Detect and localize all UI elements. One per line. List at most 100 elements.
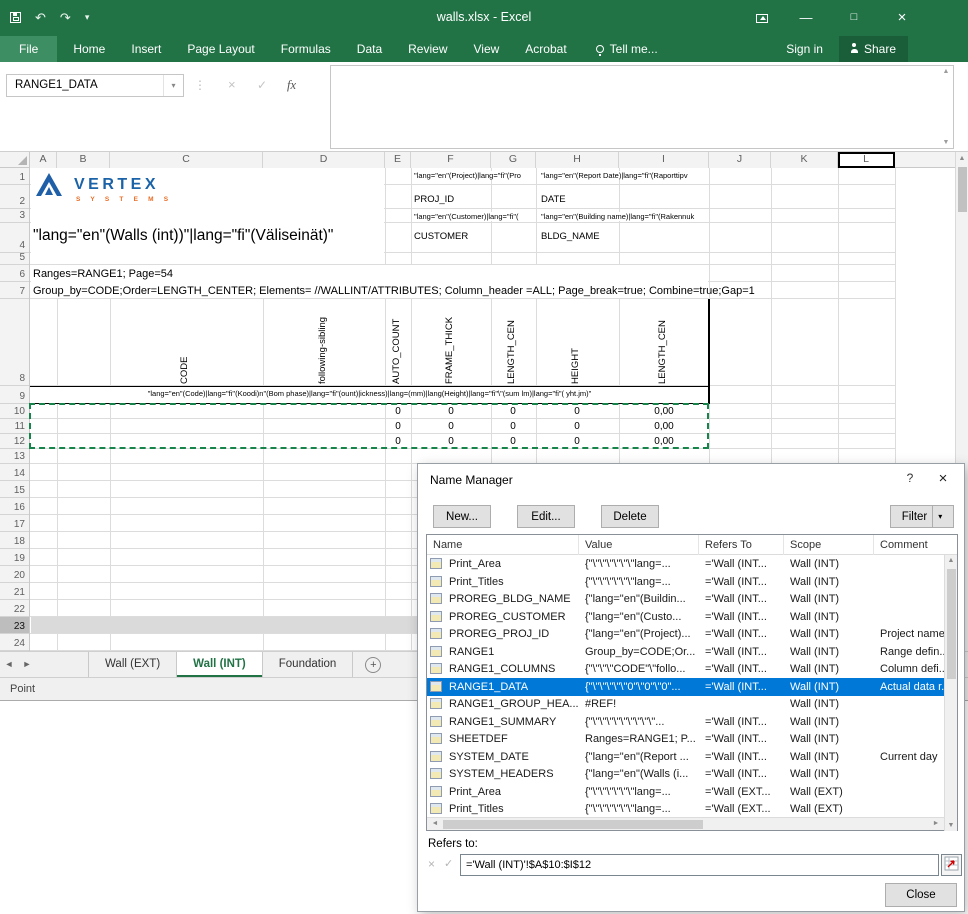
cell-date[interactable]: DATE bbox=[540, 194, 567, 205]
range-picker-button[interactable] bbox=[941, 854, 962, 876]
column-header-c[interactable]: C bbox=[110, 152, 263, 168]
sheet-nav-right-icon[interactable]: ► bbox=[18, 652, 36, 677]
name-manager-row[interactable]: PROREG_CUSTOMER {"lang="en"(Custo... ='Wal… bbox=[427, 608, 944, 626]
name-box-caret-icon[interactable]: ▾ bbox=[163, 75, 183, 96]
vertical-header-cell[interactable]: following-sibling bbox=[318, 301, 328, 384]
cell-proj-id[interactable]: PROJ_ID bbox=[413, 194, 456, 205]
maximize-button[interactable]: □ bbox=[836, 0, 872, 35]
ribbon-tab-file[interactable]: File bbox=[0, 35, 58, 62]
ribbon-tab-acrobat[interactable]: Acrobat bbox=[512, 36, 579, 62]
column-header-l[interactable]: L bbox=[838, 152, 895, 168]
column-header-b[interactable]: B bbox=[57, 152, 110, 168]
name-manager-row[interactable]: RANGE1_DATA {"\"\"\"\"\"0"\"0"\"0"... ='Wa… bbox=[427, 677, 944, 696]
name-manager-row[interactable]: Print_Titles {"\"\"\"\"\"\"lang=... ='Wall… bbox=[427, 800, 944, 818]
sheet-tab-foundation[interactable]: Foundation bbox=[262, 652, 354, 677]
formula-enter-icon[interactable]: ✓ bbox=[257, 78, 267, 92]
tell-me-box[interactable]: Tell me... bbox=[595, 42, 658, 56]
dialog-help-button[interactable]: ? bbox=[900, 471, 920, 485]
formula-bar-scroll-up-icon[interactable]: ▲ bbox=[940, 68, 952, 75]
name-manager-row[interactable]: SHEETDEF Ranges=RANGE1; P... ='Wall (INT..… bbox=[427, 730, 944, 748]
formula-bar-scroll-down-icon[interactable]: ▼ bbox=[940, 139, 952, 146]
minimize-button[interactable]: — bbox=[788, 0, 824, 35]
name-manager-row[interactable]: PROREG_PROJ_ID {"lang="en"(Project)... ='W… bbox=[427, 625, 944, 643]
cell-report-date-header[interactable]: "lang="en"(Report Date)|lang="fi"(Raport… bbox=[540, 171, 689, 180]
cell-project-header[interactable]: "lang="en"(Project)|lang="fi"(Pro bbox=[413, 171, 522, 180]
cell-customer[interactable]: CUSTOMER bbox=[413, 231, 470, 242]
nm-col-header-name[interactable]: Name bbox=[427, 535, 579, 555]
scroll-up-icon[interactable]: ▲ bbox=[956, 155, 968, 162]
edit-button[interactable]: Edit... bbox=[517, 505, 575, 528]
close-button[interactable]: × bbox=[884, 0, 920, 35]
share-button[interactable]: Share bbox=[838, 35, 908, 62]
column-header-f[interactable]: F bbox=[411, 152, 491, 168]
formula-cancel-icon[interactable]: × bbox=[228, 77, 236, 92]
column-header-g[interactable]: G bbox=[491, 152, 536, 168]
vertical-header-cell[interactable]: FRAME_THICK bbox=[445, 301, 455, 384]
nm-col-header-refers-to[interactable]: Refers To bbox=[699, 535, 784, 555]
vertical-header-cell[interactable]: AUTO_COUNT bbox=[392, 301, 402, 384]
ribbon-tab-insert[interactable]: Insert bbox=[118, 36, 174, 62]
dialog-close-x-icon[interactable]: × bbox=[928, 467, 958, 491]
ribbon-tab-data[interactable]: Data bbox=[344, 36, 395, 62]
scroll-right-icon[interactable]: ► bbox=[929, 818, 943, 830]
scroll-left-icon[interactable]: ◄ bbox=[428, 818, 442, 830]
name-manager-row[interactable]: RANGE1_SUMMARY {"\"\"\"\"\"\"\"\"\"... ='W… bbox=[427, 713, 944, 731]
name-manager-row[interactable]: RANGE1_GROUP_HEA... #REF! Wall (INT) bbox=[427, 695, 944, 713]
scrollbar-thumb[interactable] bbox=[443, 820, 703, 829]
column-header-j[interactable]: J bbox=[709, 152, 771, 168]
nm-col-header-value[interactable]: Value bbox=[579, 535, 699, 555]
nm-col-header-scope[interactable]: Scope bbox=[784, 535, 874, 555]
sign-in-link[interactable]: Sign in bbox=[786, 42, 823, 56]
insert-function-fx-icon[interactable]: fx bbox=[287, 78, 296, 93]
name-manager-row[interactable]: Print_Area {"\"\"\"\"\"\"lang=... ='Wall (… bbox=[427, 783, 944, 801]
filter-button[interactable]: Filter ▾ bbox=[890, 505, 954, 528]
column-header-i[interactable]: I bbox=[619, 152, 709, 168]
ribbon-tab-view[interactable]: View bbox=[461, 36, 513, 62]
ribbon-tab-review[interactable]: Review bbox=[395, 36, 460, 62]
scroll-up-icon[interactable]: ▲ bbox=[945, 557, 957, 564]
name-box[interactable]: RANGE1_DATA ▾ bbox=[6, 74, 184, 97]
ribbon-tab-formulas[interactable]: Formulas bbox=[268, 36, 344, 62]
vertical-header-cell[interactable]: HEIGHT bbox=[571, 301, 581, 384]
cell-building-name-header[interactable]: "lang="en"(Building name)|lang="fi"(Rake… bbox=[540, 212, 696, 221]
cell-row9-lang-codes[interactable]: "lang="en"(Code)|lang="fi"(Koodi)n"(Bom … bbox=[30, 389, 709, 398]
scrollbar-thumb[interactable] bbox=[947, 569, 956, 679]
name-manager-row[interactable]: Print_Area {"\"\"\"\"\"\"lang=... ='Wall (… bbox=[427, 555, 944, 573]
name-manager-row[interactable]: SYSTEM_HEADERS {"lang="en"(Walls (i... ='W… bbox=[427, 765, 944, 783]
add-sheet-button[interactable]: + bbox=[365, 657, 382, 673]
ribbon-tab-page-layout[interactable]: Page Layout bbox=[174, 36, 267, 62]
name-manager-row[interactable]: Print_Titles {"\"\"\"\"\"\"lang=... ='Wall… bbox=[427, 573, 944, 591]
vertical-header-cell[interactable]: LENGTH_CEN bbox=[658, 301, 668, 384]
cell-bldg-name[interactable]: BLDG_NAME bbox=[540, 231, 601, 242]
cell-groupby-definition[interactable]: Group_by=CODE;Order=LENGTH_CENTER; Eleme… bbox=[33, 285, 755, 297]
names-list-vscrollbar[interactable]: ▲ ▼ bbox=[944, 555, 957, 831]
sheet-tab-wall-int[interactable]: Wall (INT) bbox=[177, 652, 263, 677]
refers-to-input[interactable] bbox=[460, 854, 939, 876]
delete-button[interactable]: Delete bbox=[601, 505, 659, 528]
name-manager-row[interactable]: PROREG_BLDG_NAME {"lang="en"(Buildin... ='… bbox=[427, 590, 944, 608]
vertical-header-cell[interactable]: LENGTH_CEN bbox=[507, 301, 517, 384]
ribbon-tab-home[interactable]: Home bbox=[60, 36, 118, 62]
new-button[interactable]: New... bbox=[433, 505, 491, 528]
scrollbar-thumb[interactable] bbox=[958, 167, 967, 212]
column-header-d[interactable]: D bbox=[263, 152, 385, 168]
sheet-tab-wall-ext[interactable]: Wall (EXT) bbox=[88, 652, 178, 677]
formula-bar-input[interactable]: ▲ ▼ bbox=[330, 65, 954, 149]
vertical-header-cell[interactable]: CODE bbox=[180, 301, 190, 384]
cell-ranges-definition[interactable]: Ranges=RANGE1; Page=54 bbox=[33, 268, 173, 280]
select-all-corner[interactable] bbox=[0, 152, 30, 168]
column-header-h[interactable]: H bbox=[536, 152, 619, 168]
name-manager-row[interactable]: RANGE1_COLUMNS {"\"\"\"CODE"\"follo... ='W… bbox=[427, 660, 944, 678]
close-button[interactable]: Close bbox=[885, 883, 957, 907]
ribbon-display-options-icon[interactable] bbox=[744, 0, 780, 35]
nm-col-header-comment[interactable]: Comment bbox=[874, 535, 957, 555]
cell-customer-header[interactable]: "lang="en"(Customer)|lang="fi"( bbox=[413, 212, 520, 221]
name-manager-row[interactable]: SYSTEM_DATE {"lang="en"(Report ... ='Wall … bbox=[427, 748, 944, 766]
sheet-nav-left-icon[interactable]: ◄ bbox=[0, 652, 18, 677]
name-manager-row[interactable]: RANGE1 Group_by=CODE;Or... ='Wall (INT... W… bbox=[427, 643, 944, 661]
cell-walls-title[interactable]: "lang="en"(Walls (int))"|lang="fi"(Välis… bbox=[33, 227, 337, 245]
column-header-e[interactable]: E bbox=[385, 152, 411, 168]
column-header-a[interactable]: A bbox=[30, 152, 57, 168]
scroll-down-icon[interactable]: ▼ bbox=[945, 822, 957, 829]
names-list-hscrollbar[interactable]: ◄ ► bbox=[427, 817, 944, 830]
